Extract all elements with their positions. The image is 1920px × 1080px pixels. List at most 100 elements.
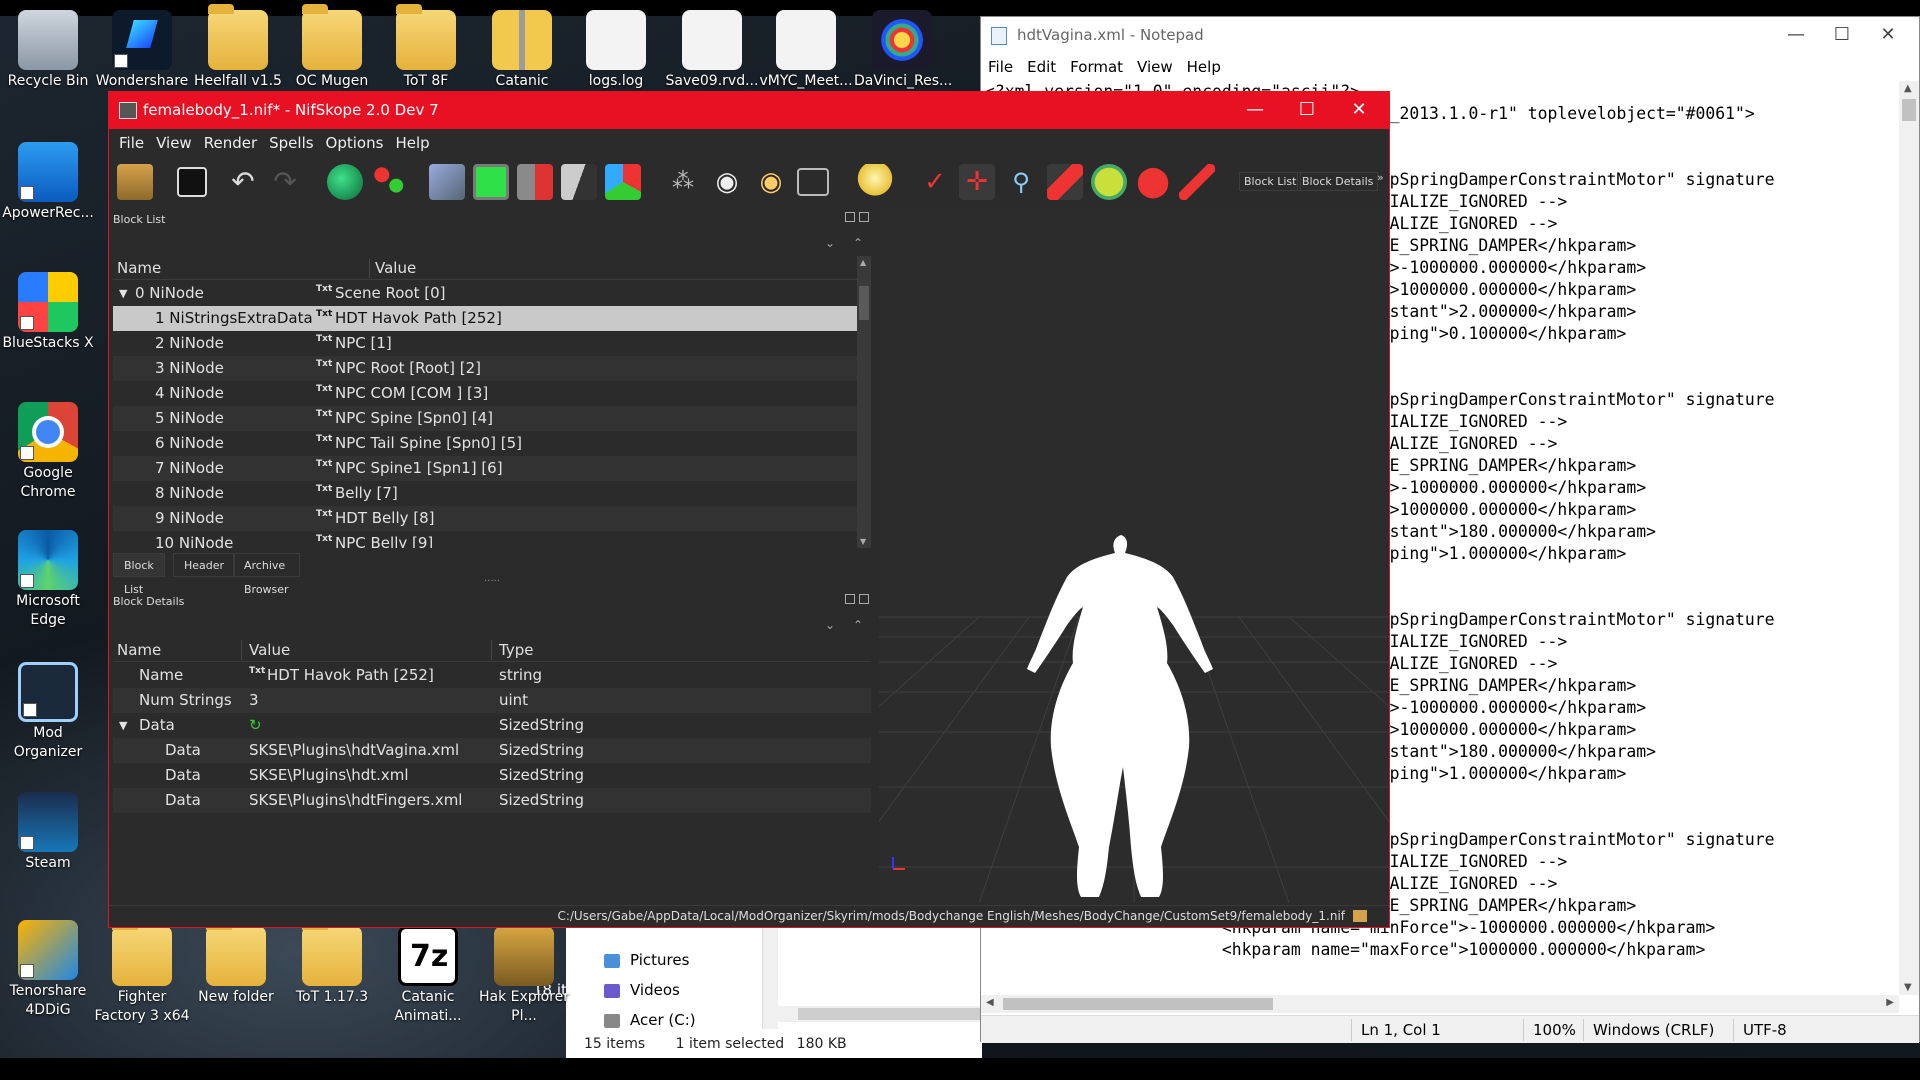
nav-item-pictures[interactable]: Pictures [604, 949, 689, 971]
view-top-icon[interactable] [429, 164, 465, 200]
desktop-icon-mod-organizer[interactable]: Mod Organizer [0, 662, 96, 762]
column-type[interactable]: Type [499, 638, 533, 662]
desktop-icon-apowerrec[interactable]: ApowerRec... [0, 142, 96, 223]
menu-spells[interactable]: Spells [263, 129, 319, 157]
desktop-icon-tenorshare[interactable]: Tenorshare 4DDiG [0, 920, 96, 1020]
desktop-icon-google-chrome[interactable]: Google Chrome [0, 402, 96, 502]
maximize-button[interactable]: ☐ [1819, 21, 1865, 49]
screenshot-icon[interactable] [797, 168, 829, 196]
scroll-thumb[interactable] [1902, 99, 1916, 121]
scroll-up-icon[interactable]: ▲ [1904, 83, 1912, 94]
open-icon[interactable] [117, 164, 153, 200]
block-list-row[interactable]: 9 NiNode Txt HDT Belly [8] [113, 506, 857, 531]
expand-arrow-icon[interactable]: ▼ [119, 281, 127, 306]
havok-icon[interactable] [1047, 164, 1083, 200]
collapse-down-icon[interactable]: ⌄ [825, 236, 835, 250]
collapse-up-icon[interactable]: ⌃ [853, 618, 863, 632]
block-details-row[interactable]: Data SKSE\Plugins\hdtVagina.xml SizedStrin… [113, 738, 871, 763]
menu-file[interactable]: File [109, 129, 150, 157]
field-value[interactable]: SKSE\Plugins\hdt.xml [249, 763, 409, 788]
menu-file[interactable]: File [981, 55, 1020, 79]
block-list-row[interactable]: 2 NiNode Txt NPC [1] [113, 331, 857, 356]
desktop-icon-save09[interactable]: Save09.rvd... [664, 10, 760, 91]
vertical-scrollbar[interactable]: ▲ ▼ [1899, 81, 1919, 995]
marker-icon[interactable]: ⬤ [1135, 164, 1171, 200]
block-list-tree[interactable]: Name Value ▼ 0 NiNode Txt Scene Root [0] 1 N… [113, 256, 857, 548]
undo-icon[interactable]: ↶ [225, 164, 261, 200]
desktop-icon-davinci[interactable]: DaVinci_Res... [854, 10, 952, 91]
tab-archive-browser[interactable]: Archive Browser [233, 553, 300, 596]
show-axes-icon[interactable]: ✛ [959, 164, 995, 200]
block-list-row[interactable]: ▼ 0 NiNode Txt Scene Root [0] [113, 281, 857, 306]
menu-format[interactable]: Format [1063, 55, 1130, 79]
file-explorer-window[interactable]: Pictures Videos Acer (C:) 15 items 1 ite… [566, 923, 982, 1058]
minimize-button[interactable]: — [1773, 21, 1819, 49]
block-list-scrollbar[interactable]: ▲ ▼ [857, 256, 871, 548]
block-details-row[interactable]: ▼ Data ↻ SizedString [113, 713, 871, 738]
close-button[interactable]: ✕ [1333, 96, 1385, 124]
desktop-icon-catanic-animati[interactable]: Catanic Animati... [380, 926, 476, 1026]
content-horizontal-scrollbar[interactable] [778, 1006, 982, 1022]
menu-render[interactable]: Render [198, 129, 263, 157]
column-name[interactable]: Name [117, 638, 161, 662]
minimize-button[interactable]: — [1229, 96, 1281, 124]
collapse-up-icon[interactable]: ⌃ [853, 236, 863, 250]
block-list-row[interactable]: 6 NiNode Txt NPC Tail Spine [Spn0] [5] [113, 431, 857, 456]
toolbar-overflow-icon[interactable]: » [1377, 171, 1384, 184]
block-list-row[interactable]: 3 NiNode Txt NPC Root [Root] [2] [113, 356, 857, 381]
hide-icon[interactable] [1179, 164, 1215, 200]
block-list-row[interactable]: 7 NiNode Txt NPC Spine1 [Spn1] [6] [113, 456, 857, 481]
desktop-icon-recycle-bin[interactable]: Recycle Bin [0, 10, 96, 91]
scroll-thumb[interactable] [1003, 998, 1273, 1010]
nifskope-title-bar[interactable]: femalebody_1.nif* - NifSkope 2.0 Dev 7 —… [109, 92, 1389, 129]
horizontal-scrollbar[interactable]: ◀ ▶ [981, 995, 1899, 1013]
nav-scrollbar[interactable] [762, 923, 778, 1029]
block-list-toggle[interactable]: Block List [1239, 172, 1302, 191]
block-details-row[interactable]: Data SKSE\Plugins\hdt.xml SizedString [113, 763, 871, 788]
view-front-icon[interactable] [473, 164, 509, 200]
menu-help[interactable]: Help [389, 129, 435, 157]
field-value[interactable]: SKSE\Plugins\hdtVagina.xml [249, 738, 459, 763]
light-icon[interactable] [857, 164, 893, 200]
block-details-row[interactable]: Data SKSE\Plugins\hdtFingers.xml SizedStri… [113, 788, 871, 813]
save-icon[interactable] [177, 167, 207, 197]
menu-edit[interactable]: Edit [1020, 55, 1063, 79]
desktop-icon-catanic[interactable]: Catanic [474, 10, 570, 91]
constraints-icon[interactable] [1091, 164, 1127, 200]
nav-item-videos[interactable]: Videos [604, 979, 680, 1001]
view-side-icon[interactable] [517, 164, 553, 200]
desktop-icon-new-folder[interactable]: New folder [188, 920, 284, 1007]
block-list-row[interactable]: 4 NiNode Txt NPC COM [COM ] [3] [113, 381, 857, 406]
menu-options[interactable]: Options [320, 129, 390, 157]
menu-view[interactable]: View [150, 129, 198, 157]
expand-arrow-icon[interactable]: ▼ [119, 713, 127, 738]
scroll-right-icon[interactable]: ▶ [1886, 997, 1894, 1008]
select-object-icon[interactable] [327, 164, 363, 200]
select-vertex-icon[interactable] [371, 164, 407, 200]
float-panel-icon[interactable] [845, 212, 855, 222]
desktop-icon-steam[interactable]: Steam [0, 792, 96, 873]
redo-icon[interactable]: ↷ [267, 164, 303, 200]
field-value[interactable]: SKSE\Plugins\hdtFingers.xml [249, 788, 462, 813]
collapse-down-icon[interactable]: ⌄ [825, 618, 835, 632]
scroll-thumb[interactable] [859, 286, 869, 320]
float-panel-icon[interactable] [845, 594, 855, 604]
scroll-down-icon[interactable]: ▼ [1904, 982, 1912, 993]
menu-help[interactable]: Help [1180, 55, 1228, 79]
tab-header[interactable]: Header [173, 553, 236, 577]
view-walk-icon[interactable] [605, 164, 641, 200]
view-perspective-icon[interactable] [561, 164, 597, 200]
desktop-icon-hak-explorer[interactable]: Hak Explorer Pl... [476, 926, 572, 1026]
desktop-icon-wondershare[interactable]: Wondershare [94, 10, 190, 91]
scroll-thumb[interactable] [798, 1008, 982, 1020]
desktop-icon-tot-1173[interactable]: ToT 1.17.3 [284, 920, 380, 1007]
block-details-row[interactable]: Name Txt HDT Havok Path [252] string [113, 663, 871, 688]
render-viewport[interactable] [879, 207, 1389, 903]
block-list-row[interactable]: 8 NiNode Txt Belly [7] [113, 481, 857, 506]
maximize-button[interactable]: ☐ [1281, 96, 1333, 124]
splitter-handle[interactable]: ..... [484, 573, 500, 584]
close-button[interactable]: ✕ [1865, 21, 1911, 49]
nav-item-acer-c[interactable]: Acer (C:) [604, 1009, 696, 1031]
close-panel-icon[interactable] [859, 594, 869, 604]
scroll-left-icon[interactable]: ◀ [986, 997, 994, 1008]
